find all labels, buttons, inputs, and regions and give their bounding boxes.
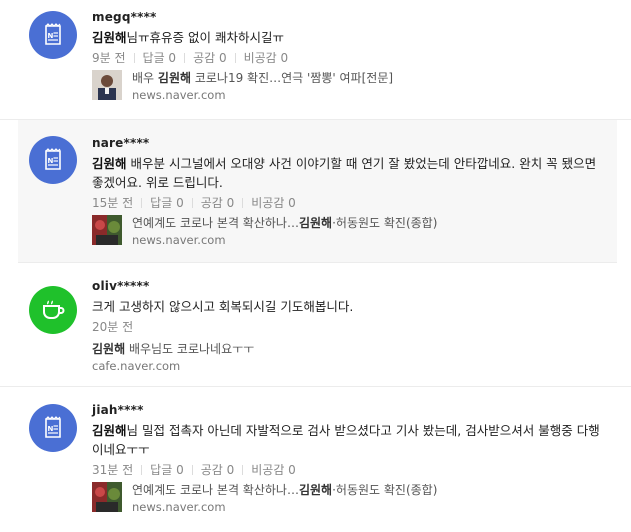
divider <box>184 53 186 63</box>
article-thumbnail[interactable] <box>92 70 122 100</box>
highlight-keyword: 김원해 <box>298 216 333 230</box>
article-thumbnail[interactable] <box>92 482 122 512</box>
comment-meta: 9분 전 답글 0 공감 0 비공감 0 <box>92 50 611 66</box>
comment-meta: 20분 전 <box>92 319 611 335</box>
highlight-keyword: 김원해 <box>298 483 333 497</box>
highlight-keyword: 김원해 <box>92 342 126 356</box>
linked-article[interactable]: 연예계도 코로나 본격 확산하나…김원해·허동원도 확진(종합) news.na… <box>92 215 607 248</box>
comment-meta: 31분 전 답글 0 공감 0 비공감 0 <box>92 462 611 478</box>
comment-time: 9분 전 <box>92 51 126 65</box>
divider <box>191 465 193 475</box>
divider <box>234 53 236 63</box>
like-count[interactable]: 공감 0 <box>201 462 235 478</box>
article-source: news.naver.com <box>132 500 226 514</box>
divider <box>133 53 135 63</box>
like-count[interactable]: 공감 0 <box>193 50 227 66</box>
comment-item: N nare**** 김원해 배우분 시그널에서 오대양 사건 이야기할 때 연… <box>18 120 617 263</box>
reply-count[interactable]: 답글 0 <box>143 50 177 66</box>
reply-count[interactable]: 답글 0 <box>150 195 184 211</box>
author-nickname[interactable]: oliv***** <box>92 278 611 294</box>
linked-article[interactable]: 배우 김원해 코로나19 확진…연극 '짬뽕' 여파[전문] news.nave… <box>92 70 611 103</box>
article-title-prefix: 연예계도 코로나 본격 확산하나… <box>132 483 299 497</box>
comment-text: 김원해 배우분 시그널에서 오대양 사건 이야기할 때 연기 잘 봤었는데 안타… <box>92 154 607 192</box>
comment-item: oliv***** 크게 고생하지 않으시고 회복되시길 기도해봅니다. 20분… <box>0 263 631 387</box>
divider <box>242 465 244 475</box>
article-source: cafe.naver.com <box>92 359 181 373</box>
divider <box>141 198 143 208</box>
article-source: news.naver.com <box>132 88 226 102</box>
linked-article[interactable]: 연예계도 코로나 본격 확산하나…김원해·허동원도 확진(종합) news.na… <box>92 482 611 515</box>
highlight-keyword: 김원해 <box>157 71 192 85</box>
svg-text:N: N <box>48 32 54 40</box>
comment-item: N jiah**** 김원해님 밀접 접촉자 아닌데 자발적으로 검사 받으셨다… <box>0 387 631 532</box>
comment-meta: 15분 전 답글 0 공감 0 비공감 0 <box>92 195 607 211</box>
svg-text:N: N <box>48 157 54 165</box>
comment-time: 20분 전 <box>92 320 134 334</box>
comment-text: 김원해님 밀접 접촉자 아닌데 자발적으로 검사 받으셨다고 기사 봤는데, 검… <box>92 421 611 459</box>
divider <box>141 465 143 475</box>
highlight-keyword: 김원해 <box>92 423 127 438</box>
dislike-count[interactable]: 비공감 0 <box>244 50 289 66</box>
news-document-icon: N <box>45 416 61 438</box>
comment-text-body: 님ㅠ휴유증 없이 쾌차하시길ㅠ <box>126 30 284 45</box>
news-document-icon: N <box>45 148 61 170</box>
article-source: news.naver.com <box>132 233 226 247</box>
dislike-count[interactable]: 비공감 0 <box>251 462 296 478</box>
highlight-keyword: 김원해 <box>92 156 127 171</box>
linked-article[interactable]: 김원해 배우님도 코로나네요ㅜㅜ cafe.naver.com <box>92 341 611 374</box>
author-nickname[interactable]: jiah**** <box>92 402 611 418</box>
avatar[interactable]: N <box>29 404 77 452</box>
comment-text-body: 배우분 시그널에서 오대양 사건 이야기할 때 연기 잘 봤었는데 안타깝네요.… <box>92 156 597 190</box>
avatar[interactable]: N <box>29 11 77 59</box>
article-title[interactable]: 연예계도 코로나 본격 확산하나…김원해·허동원도 확진(종합) <box>132 215 437 231</box>
comment-time: 31분 전 <box>92 463 134 477</box>
divider <box>242 198 244 208</box>
like-count[interactable]: 공감 0 <box>201 195 235 211</box>
svg-text:N: N <box>48 425 54 433</box>
article-title-prefix: 배우 <box>132 71 158 85</box>
highlight-keyword: 김원해 <box>92 30 127 45</box>
article-title[interactable]: 배우 김원해 코로나19 확진…연극 '짬뽕' 여파[전문] <box>132 70 393 86</box>
article-thumbnail[interactable] <box>92 215 122 245</box>
article-title-suffix: ·허동원도 확진(종합) <box>332 216 438 230</box>
avatar[interactable] <box>29 286 77 334</box>
article-title-suffix: 배우님도 코로나네요ㅜㅜ <box>125 342 255 356</box>
comment-item: N megq**** 김원해님ㅠ휴유증 없이 쾌차하시길ㅠ 9분 전 답글 0 … <box>0 0 631 120</box>
article-title-suffix: 코로나19 확진…연극 '짬뽕' 여파[전문] <box>191 71 394 85</box>
comment-text: 크게 고생하지 않으시고 회복되시길 기도해봅니다. <box>92 299 354 314</box>
article-title[interactable]: 김원해 배우님도 코로나네요ㅜㅜ <box>92 341 254 357</box>
cafe-cup-icon <box>43 300 65 319</box>
article-title[interactable]: 연예계도 코로나 본격 확산하나…김원해·허동원도 확진(종합) <box>132 482 437 498</box>
news-document-icon: N <box>45 23 61 45</box>
avatar[interactable]: N <box>29 136 77 184</box>
reply-count[interactable]: 답글 0 <box>150 462 184 478</box>
comment-list: N megq**** 김원해님ㅠ휴유증 없이 쾌차하시길ㅠ 9분 전 답글 0 … <box>0 0 631 532</box>
comment-text-body: 님 밀접 접촉자 아닌데 자발적으로 검사 받으셨다고 기사 봤는데, 검사받으… <box>92 423 600 457</box>
author-nickname[interactable]: nare**** <box>92 135 607 151</box>
author-nickname[interactable]: megq**** <box>92 9 611 25</box>
article-title-prefix: 연예계도 코로나 본격 확산하나… <box>132 216 299 230</box>
comment-time: 15분 전 <box>92 196 134 210</box>
article-title-suffix: ·허동원도 확진(종합) <box>332 483 438 497</box>
dislike-count[interactable]: 비공감 0 <box>251 195 296 211</box>
divider <box>191 198 193 208</box>
comment-text: 김원해님ㅠ휴유증 없이 쾌차하시길ㅠ <box>92 28 611 47</box>
